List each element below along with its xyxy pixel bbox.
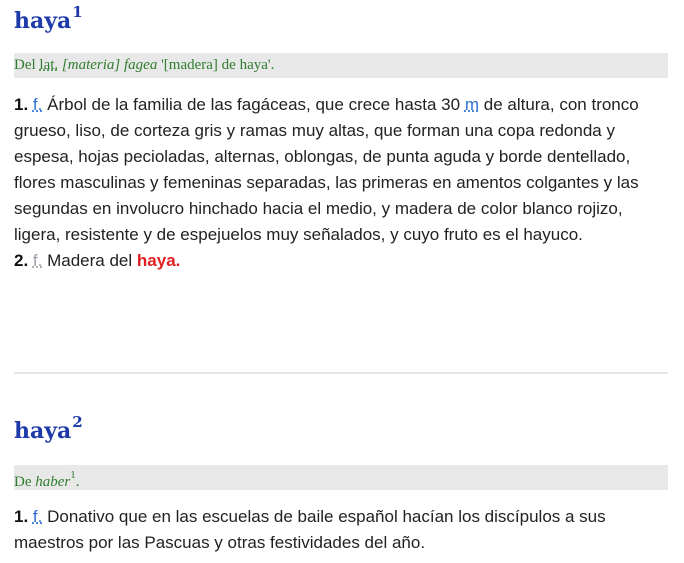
sense-2: 2. f. Madera del haya. bbox=[14, 248, 668, 274]
definition-text: Madera del bbox=[47, 251, 133, 270]
entry-haya-1: haya1 bbox=[14, 5, 668, 34]
etymology: De haber1. bbox=[14, 465, 668, 490]
sense-1: 1. f. Donativo que en las escuelas de ba… bbox=[14, 504, 668, 556]
etymology-gloss: '[madera] de haya'. bbox=[161, 57, 275, 73]
headword: haya2 bbox=[14, 415, 668, 444]
unit-abbreviation[interactable]: m bbox=[465, 95, 479, 114]
sense-list: 1. f. Donativo que en las escuelas de ba… bbox=[14, 504, 668, 556]
etymology-prefix: Del bbox=[14, 57, 36, 73]
sense-list: 1. f. Árbol de la familia de las fagácea… bbox=[14, 92, 668, 274]
etymology: Del lat. [materia] fagea '[madera] de ha… bbox=[14, 53, 668, 78]
cross-reference-link[interactable]: haya. bbox=[137, 251, 180, 270]
sense-1: 1. f. Árbol de la familia de las fagácea… bbox=[14, 92, 668, 248]
grammar-abbreviation[interactable]: f. bbox=[33, 251, 42, 270]
grammar-abbreviation[interactable]: f. bbox=[33, 507, 42, 526]
headword-superscript: 2 bbox=[72, 413, 83, 431]
sense-number: 2. bbox=[14, 251, 29, 270]
headword-text: haya bbox=[14, 418, 72, 444]
etymology-period: . bbox=[75, 474, 80, 490]
latin-abbreviation[interactable]: lat. bbox=[39, 57, 58, 73]
origin-word-link[interactable]: haber bbox=[35, 474, 70, 490]
sense-number: 1. bbox=[14, 95, 29, 114]
definition-text: Árbol de la familia de las fagáceas, que… bbox=[47, 95, 461, 114]
etymology-prefix: De bbox=[14, 474, 32, 490]
headword-text: haya bbox=[14, 8, 72, 34]
origin-word-superscript: 1 bbox=[70, 469, 76, 481]
headword: haya1 bbox=[14, 5, 668, 34]
definition-text: Donativo que en las escuelas de baile es… bbox=[14, 507, 606, 552]
entry-haya-2: haya2 bbox=[14, 415, 668, 444]
grammar-abbreviation[interactable]: f. bbox=[33, 95, 42, 114]
headword-superscript: 1 bbox=[72, 3, 83, 21]
latin-source-word: [materia] fagea bbox=[61, 57, 158, 73]
sense-number: 1. bbox=[14, 507, 29, 526]
entry-divider bbox=[14, 372, 668, 374]
definition-text: de altura, con tronco grueso, liso, de c… bbox=[14, 95, 639, 244]
